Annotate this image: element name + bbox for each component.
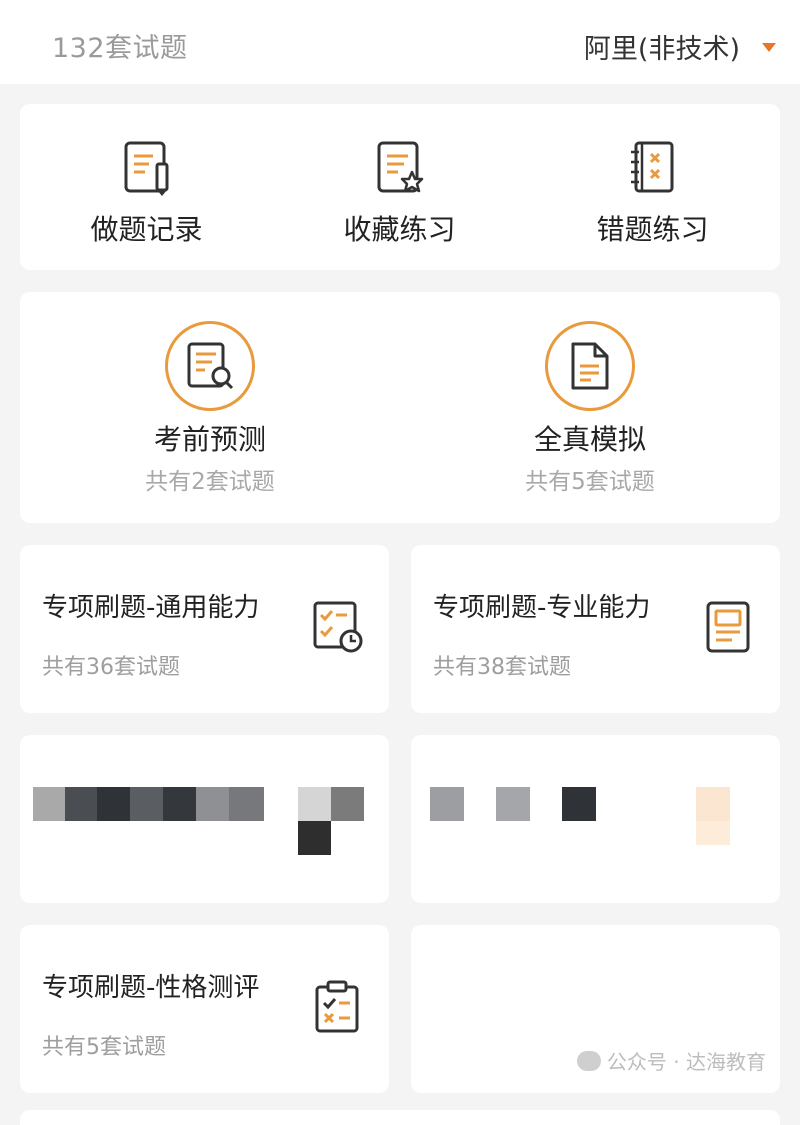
quick-action-label: 错题练习 xyxy=(596,213,709,246)
topic-count: 共有36套试题 xyxy=(42,655,180,680)
clipboard-check-icon xyxy=(315,980,359,1033)
pixel-block xyxy=(298,821,331,855)
pixel-block xyxy=(65,787,97,821)
company-selector[interactable]: 阿里(非技术) xyxy=(584,24,776,68)
full-simulation-button[interactable]: 全真模拟 共有5套试题 xyxy=(400,292,780,523)
caret-down-icon xyxy=(762,42,776,52)
favorites-practice-button[interactable]: 收藏练习 xyxy=(273,104,526,270)
quick-action-label: 收藏练习 xyxy=(343,213,456,246)
quick-action-label: 做题记录 xyxy=(90,213,203,246)
blurred-topic-card[interactable] xyxy=(411,735,780,903)
blurred-topic-card[interactable]: 公众号 · 达海教育 xyxy=(411,925,780,1093)
doc-search-icon xyxy=(187,342,234,390)
icon-circle xyxy=(165,321,255,411)
watermark-text: 公众号 · 达海教育 xyxy=(606,1050,766,1074)
pixel-block xyxy=(97,787,130,821)
mock-test-count: 共有2套试题 xyxy=(145,469,275,495)
topic-count: 共有5套试题 xyxy=(42,1035,166,1060)
practice-record-button[interactable]: 做题记录 xyxy=(20,104,273,270)
topic-professional-ability-card[interactable]: 专项刷题-专业能力 共有38套试题 xyxy=(411,545,780,713)
wrong-questions-button[interactable]: 错题练习 xyxy=(526,104,779,270)
topic-title: 专项刷题-性格测评 xyxy=(42,973,260,1003)
question-set-count: 132套试题 xyxy=(52,33,188,64)
pixel-block xyxy=(331,787,364,821)
pre-exam-forecast-button[interactable]: 考前预测 共有2套试题 xyxy=(20,292,400,523)
watermark: 公众号 · 达海教育 xyxy=(576,1046,766,1075)
mock-test-count: 共有5套试题 xyxy=(525,469,655,495)
wechat-icon xyxy=(576,1050,601,1071)
topic-personality-test-card[interactable]: 专项刷题-性格测评 共有5套试题 xyxy=(20,925,389,1093)
quick-actions-card: 做题记录 收藏练习 错题练习 xyxy=(20,104,780,270)
mock-tests-card: 考前预测 共有2套试题 全真模拟 共有5套试题 xyxy=(20,292,780,523)
pixel-block xyxy=(562,787,596,821)
topic-count: 共有38套试题 xyxy=(433,655,571,680)
next-card-peek xyxy=(20,1110,780,1125)
topic-title: 专项刷题-通用能力 xyxy=(42,593,260,623)
icon-circle xyxy=(545,321,635,411)
pixel-block xyxy=(130,787,163,821)
mock-test-title: 考前预测 xyxy=(153,423,266,456)
pixel-block xyxy=(33,787,65,821)
pixel-block xyxy=(430,787,464,821)
checklist-clock-icon xyxy=(313,601,363,653)
topic-title: 专项刷题-专业能力 xyxy=(433,593,651,623)
pixel-block xyxy=(496,787,530,821)
tablet-doc-icon xyxy=(706,601,750,653)
pixel-block xyxy=(696,821,730,845)
mock-test-title: 全真模拟 xyxy=(533,423,646,456)
pixel-block xyxy=(229,787,264,821)
pixel-block xyxy=(196,787,229,821)
record-edit-icon xyxy=(124,141,168,196)
company-name: 阿里(非技术) xyxy=(583,33,740,65)
pixel-block xyxy=(163,787,196,821)
blurred-topic-card[interactable] xyxy=(20,735,389,903)
wrong-notebook-icon xyxy=(630,141,673,193)
pixel-block xyxy=(298,787,331,821)
topic-general-ability-card[interactable]: 专项刷题-通用能力 共有36套试题 xyxy=(20,545,389,713)
document-icon xyxy=(571,342,609,390)
pixel-block xyxy=(696,787,730,821)
header-bar: 132套试题 阿里(非技术) xyxy=(0,0,800,84)
favorite-doc-icon xyxy=(377,141,423,193)
